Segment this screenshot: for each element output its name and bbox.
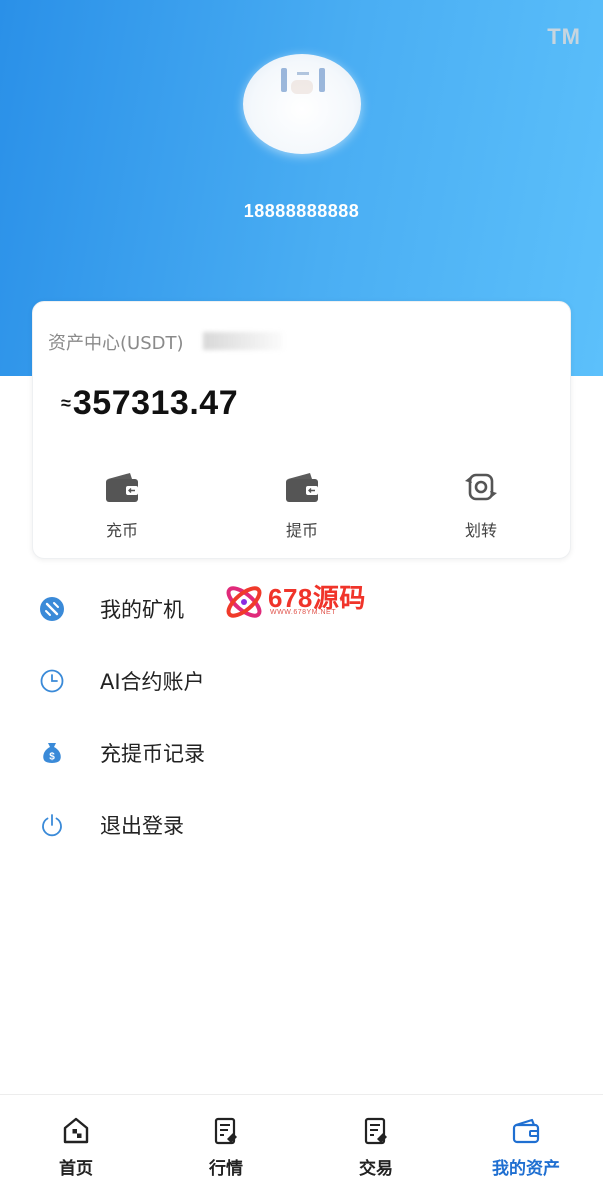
my-assets-page: TM 18888888888 资产中心(USDT) ≈357313.47 充币 … bbox=[0, 0, 603, 1200]
tab-home[interactable]: 首页 bbox=[16, 1115, 136, 1179]
menu-item-deposit-records[interactable]: $ 充提币记录 bbox=[0, 720, 603, 784]
wallet-icon bbox=[106, 473, 138, 502]
avatar-icon bbox=[281, 68, 325, 94]
asset-actions: 充币 提币 划转 bbox=[33, 470, 572, 550]
wallet-icon bbox=[286, 473, 318, 502]
balance-display: ≈357313.47 bbox=[61, 384, 238, 423]
menu-item-label: 退出登录 bbox=[100, 814, 184, 838]
watermark-sub: WWW.678YM.NET bbox=[270, 609, 337, 616]
deposit-label: 充币 bbox=[105, 521, 138, 540]
tab-trade[interactable]: 交易 bbox=[316, 1115, 436, 1179]
menu-item-logout[interactable]: 退出登录 bbox=[0, 792, 603, 856]
asset-card-title: 资产中心(USDT) bbox=[48, 333, 184, 354]
transfer-label: 划转 bbox=[464, 521, 497, 540]
menu-item-label: 充提币记录 bbox=[100, 742, 205, 766]
wallet-icon bbox=[512, 1118, 540, 1144]
balance-amount: 357313.47 bbox=[72, 384, 239, 422]
svg-text:$: $ bbox=[49, 752, 55, 763]
tm-mark: TM bbox=[547, 24, 581, 49]
tab-label: 行情 bbox=[209, 1159, 243, 1179]
watermark: 678源码 WWW.678YM.NET bbox=[222, 580, 392, 624]
blurred-label bbox=[203, 332, 283, 350]
tab-my-assets[interactable]: 我的资产 bbox=[466, 1115, 586, 1179]
transfer-button[interactable]: 划转 bbox=[431, 470, 531, 541]
withdraw-button[interactable]: 提币 bbox=[252, 470, 352, 541]
withdraw-label: 提币 bbox=[285, 521, 318, 540]
watermark-logo-icon bbox=[226, 586, 262, 618]
tab-label: 我的资产 bbox=[492, 1159, 560, 1179]
money-bag-icon: $ bbox=[43, 743, 61, 763]
menu-item-label: 我的矿机 bbox=[100, 598, 184, 622]
menu-item-ai-contract[interactable]: AI合约账户 bbox=[0, 648, 603, 712]
transfer-icon bbox=[465, 473, 497, 501]
user-phone: 18888888888 bbox=[243, 201, 360, 221]
home-icon bbox=[63, 1117, 89, 1144]
approx-symbol: ≈ bbox=[61, 393, 71, 413]
tab-market[interactable]: 行情 bbox=[166, 1115, 286, 1179]
market-icon bbox=[214, 1117, 237, 1145]
avatar[interactable] bbox=[243, 54, 361, 154]
tab-label: 首页 bbox=[59, 1159, 93, 1179]
mining-icon bbox=[40, 597, 64, 621]
deposit-button[interactable]: 充币 bbox=[72, 470, 172, 541]
power-icon bbox=[42, 814, 62, 837]
asset-card: 资产中心(USDT) ≈357313.47 充币 提币 划转 bbox=[32, 301, 571, 559]
bottom-tab-bar: 首页 行情 交易 我的资产 bbox=[0, 1094, 603, 1200]
trade-icon bbox=[364, 1117, 387, 1145]
menu-item-label: AI合约账户 bbox=[100, 670, 205, 694]
tab-label: 交易 bbox=[359, 1159, 393, 1179]
clock-icon bbox=[40, 669, 64, 693]
